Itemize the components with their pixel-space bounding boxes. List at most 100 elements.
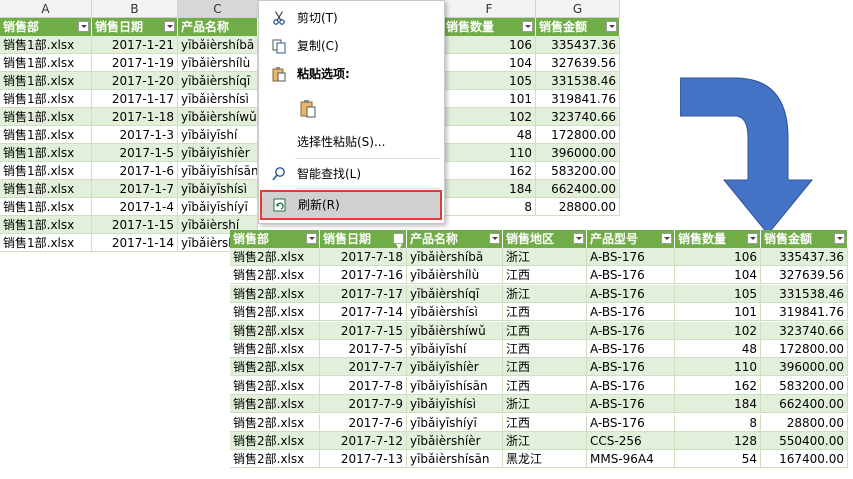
- table-cell[interactable]: 浙江: [503, 432, 587, 450]
- table-cell[interactable]: 8: [443, 198, 536, 216]
- table-cell[interactable]: A-BS-176: [587, 340, 675, 358]
- column-letter-c[interactable]: C: [178, 0, 258, 18]
- table-cell[interactable]: 2017-1-7: [92, 180, 178, 198]
- header-cell[interactable]: 销售金额: [536, 18, 620, 36]
- table-cell[interactable]: 662400.00: [536, 180, 620, 198]
- table-cell[interactable]: yībǎièrshíwǔ: [407, 321, 503, 340]
- table-cell[interactable]: 8: [675, 413, 761, 432]
- table-cell[interactable]: 2017-1-17: [92, 90, 178, 108]
- table-cell[interactable]: yībǎiyīshísì: [178, 180, 258, 198]
- table-cell[interactable]: 172800.00: [536, 126, 620, 144]
- table-cell[interactable]: 323740.66: [536, 108, 620, 126]
- table-cell[interactable]: 江西: [503, 340, 587, 358]
- filter-dropdown-icon[interactable]: [78, 21, 89, 32]
- table-cell[interactable]: CCS-256: [587, 432, 675, 450]
- filter-dropdown-icon[interactable]: [747, 233, 758, 244]
- table-cell[interactable]: 48: [443, 126, 536, 144]
- table-cell[interactable]: A-BS-176: [587, 284, 675, 303]
- table-cell[interactable]: 331538.46: [761, 284, 848, 303]
- table-cell[interactable]: yībǎièrshísì: [407, 303, 503, 322]
- table-cell[interactable]: 327639.56: [536, 54, 620, 72]
- table-cell[interactable]: 2017-7-7: [320, 358, 407, 377]
- table-cell[interactable]: 销售1部.xlsx: [0, 54, 92, 72]
- column-letter-f[interactable]: F: [443, 0, 536, 18]
- table-cell[interactable]: 江西: [503, 303, 587, 322]
- table-cell[interactable]: 128: [675, 432, 761, 450]
- table-cell[interactable]: 319841.76: [536, 90, 620, 108]
- table-cell[interactable]: 销售1部.xlsx: [0, 180, 92, 198]
- table-cell[interactable]: 54: [675, 450, 761, 469]
- menu-item-paste-special[interactable]: 选择性粘贴(S)...: [259, 129, 444, 155]
- menu-item-copy[interactable]: 复制(C): [259, 33, 444, 59]
- table-cell[interactable]: A-BS-176: [587, 266, 675, 285]
- table-cell[interactable]: 销售2部.xlsx: [230, 432, 320, 450]
- table-cell[interactable]: yībǎiyīshí: [178, 126, 258, 144]
- table-cell[interactable]: yībǎiyīshíèr: [178, 144, 258, 162]
- table-cell[interactable]: 104: [675, 266, 761, 285]
- table-cell[interactable]: 销售2部.xlsx: [230, 450, 320, 469]
- table-cell[interactable]: 黑龙江: [503, 450, 587, 469]
- table-cell[interactable]: 110: [443, 144, 536, 162]
- header-cell[interactable]: 销售日期: [92, 18, 178, 36]
- table-cell[interactable]: 102: [443, 108, 536, 126]
- header-cell[interactable]: 产品型号: [587, 230, 675, 248]
- header-cell[interactable]: 销售数量: [443, 18, 536, 36]
- table-cell[interactable]: 2017-1-20: [92, 72, 178, 90]
- table-cell[interactable]: 江西: [503, 321, 587, 340]
- table-cell[interactable]: 167400.00: [761, 450, 848, 469]
- table-cell[interactable]: 销售1部.xlsx: [0, 234, 92, 252]
- table-cell[interactable]: 335437.36: [536, 36, 620, 54]
- table-cell[interactable]: yībǎièrshílù: [407, 266, 503, 285]
- table-cell[interactable]: A-BS-176: [587, 376, 675, 395]
- table-cell[interactable]: 550400.00: [761, 432, 848, 450]
- table-cell[interactable]: 28800.00: [536, 198, 620, 216]
- table-cell[interactable]: 335437.36: [761, 248, 848, 266]
- table-cell[interactable]: 2017-1-3: [92, 126, 178, 144]
- table-cell[interactable]: 销售2部.xlsx: [230, 266, 320, 285]
- table-cell[interactable]: 浙江: [503, 248, 587, 266]
- table-cell[interactable]: 172800.00: [761, 340, 848, 358]
- table-cell[interactable]: 江西: [503, 413, 587, 432]
- table-cell[interactable]: 2017-7-17: [320, 284, 407, 303]
- table-cell[interactable]: 销售1部.xlsx: [0, 216, 92, 234]
- table-cell[interactable]: yībǎiyīshísān: [178, 162, 258, 180]
- table-cell[interactable]: 2017-7-5: [320, 340, 407, 358]
- table-cell[interactable]: yībǎièrshíèr: [407, 432, 503, 450]
- table-cell[interactable]: 327639.56: [761, 266, 848, 285]
- table-cell[interactable]: 105: [675, 284, 761, 303]
- column-letter-b[interactable]: B: [92, 0, 178, 18]
- table-cell[interactable]: yībǎièrshíqī: [178, 72, 258, 90]
- table-cell[interactable]: 销售2部.xlsx: [230, 303, 320, 322]
- table-cell[interactable]: 662400.00: [761, 395, 848, 414]
- table-cell[interactable]: 销售2部.xlsx: [230, 340, 320, 358]
- header-cell[interactable]: 销售地区: [503, 230, 587, 248]
- filter-dropdown-icon[interactable]: [164, 21, 175, 32]
- filter-dropdown-icon[interactable]: [661, 233, 672, 244]
- table-cell[interactable]: 2017-7-9: [320, 395, 407, 414]
- table-cell[interactable]: 销售2部.xlsx: [230, 358, 320, 377]
- header-cell[interactable]: 销售金额: [761, 230, 848, 248]
- table-cell[interactable]: 销售2部.xlsx: [230, 395, 320, 414]
- table-cell[interactable]: 2017-1-19: [92, 54, 178, 72]
- table-cell[interactable]: 105: [443, 72, 536, 90]
- table-cell[interactable]: yībǎiyīshísì: [407, 395, 503, 414]
- table-cell[interactable]: 销售1部.xlsx: [0, 36, 92, 54]
- table-cell[interactable]: 江西: [503, 376, 587, 395]
- table-cell[interactable]: 323740.66: [761, 321, 848, 340]
- table-cell[interactable]: 浙江: [503, 395, 587, 414]
- filter-dropdown-icon[interactable]: [522, 21, 533, 32]
- filter-dropdown-icon[interactable]: [573, 233, 584, 244]
- menu-item-smart-lookup[interactable]: 智能查找(L): [259, 161, 444, 187]
- header-cell[interactable]: 销售部: [230, 230, 320, 248]
- table-cell[interactable]: A-BS-176: [587, 303, 675, 322]
- table-cell[interactable]: 106: [443, 36, 536, 54]
- table-cell[interactable]: yībǎiyīshíyī: [178, 198, 258, 216]
- table-cell[interactable]: 48: [675, 340, 761, 358]
- table-cell[interactable]: 销售1部.xlsx: [0, 144, 92, 162]
- table-cell[interactable]: 184: [675, 395, 761, 414]
- header-cell[interactable]: 销售日期: [320, 230, 407, 248]
- table-cell[interactable]: 销售1部.xlsx: [0, 198, 92, 216]
- table-cell[interactable]: yībǎiyīshí: [407, 340, 503, 358]
- table-cell[interactable]: 101: [675, 303, 761, 322]
- table-cell[interactable]: 28800.00: [761, 413, 848, 432]
